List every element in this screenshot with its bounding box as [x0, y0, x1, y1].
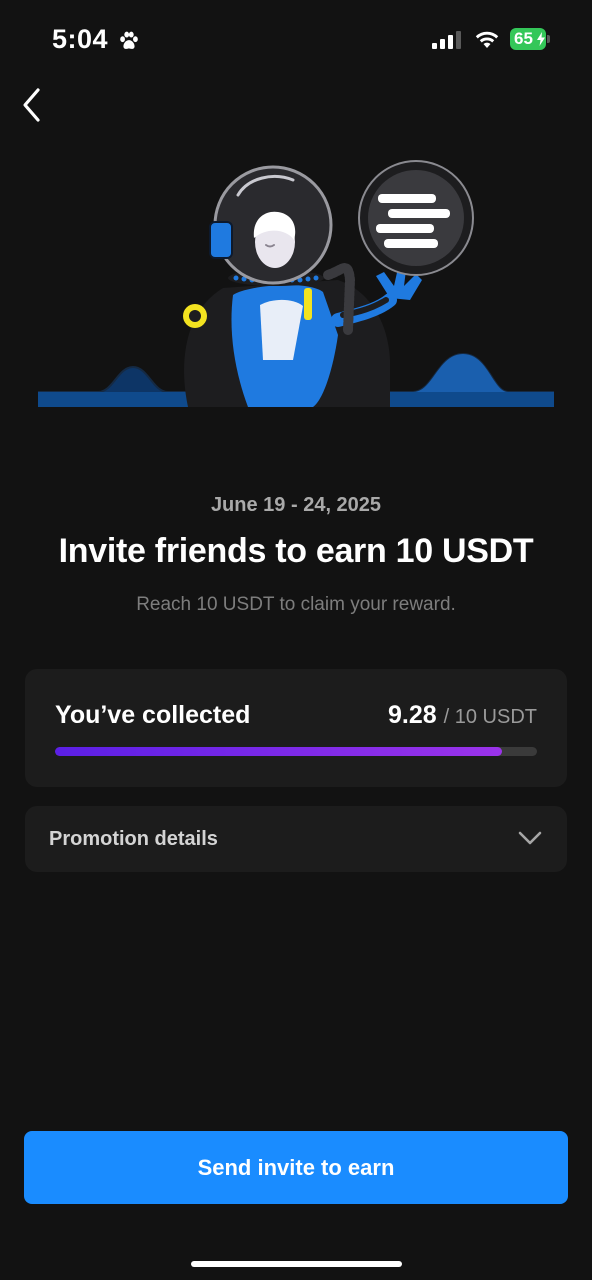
collected-target: / 10 USDT: [443, 706, 537, 728]
promotion-details-label: Promotion details: [49, 828, 218, 850]
page-title: Invite friends to earn 10 USDT: [58, 532, 534, 570]
collected-label: You’ve collected: [55, 701, 251, 729]
battery-percent: 65: [514, 29, 533, 48]
paw-icon: [120, 31, 138, 49]
status-time: 5:04: [52, 24, 109, 54]
status-bar: 5:04 65: [0, 0, 592, 80]
charging-bolt-icon: [537, 32, 545, 46]
wifi-icon: [475, 31, 499, 48]
promo-date-range: June 19 - 24, 2025: [210, 494, 382, 516]
promo-subtitle: Reach 10 USDT to claim your reward.: [136, 594, 456, 615]
back-chevron-icon[interactable]: [18, 86, 48, 124]
home-indicator[interactable]: [191, 1261, 402, 1267]
progress-card: You’ve collected 9.28 / 10 USDT: [25, 669, 567, 787]
progress-bar-fill: [55, 747, 503, 756]
progress-bar: [55, 747, 537, 756]
collected-amount: 9.28: [388, 701, 437, 729]
promotion-details-toggle[interactable]: Promotion details: [25, 806, 567, 872]
astronaut-illustration: [38, 160, 554, 407]
collected-value: 9.28 / 10 USDT: [388, 701, 537, 730]
send-invite-button[interactable]: Send invite to earn: [24, 1131, 568, 1204]
signal-icon: [432, 31, 461, 49]
chevron-down-icon: [518, 831, 542, 845]
battery-icon: 65: [510, 28, 552, 50]
